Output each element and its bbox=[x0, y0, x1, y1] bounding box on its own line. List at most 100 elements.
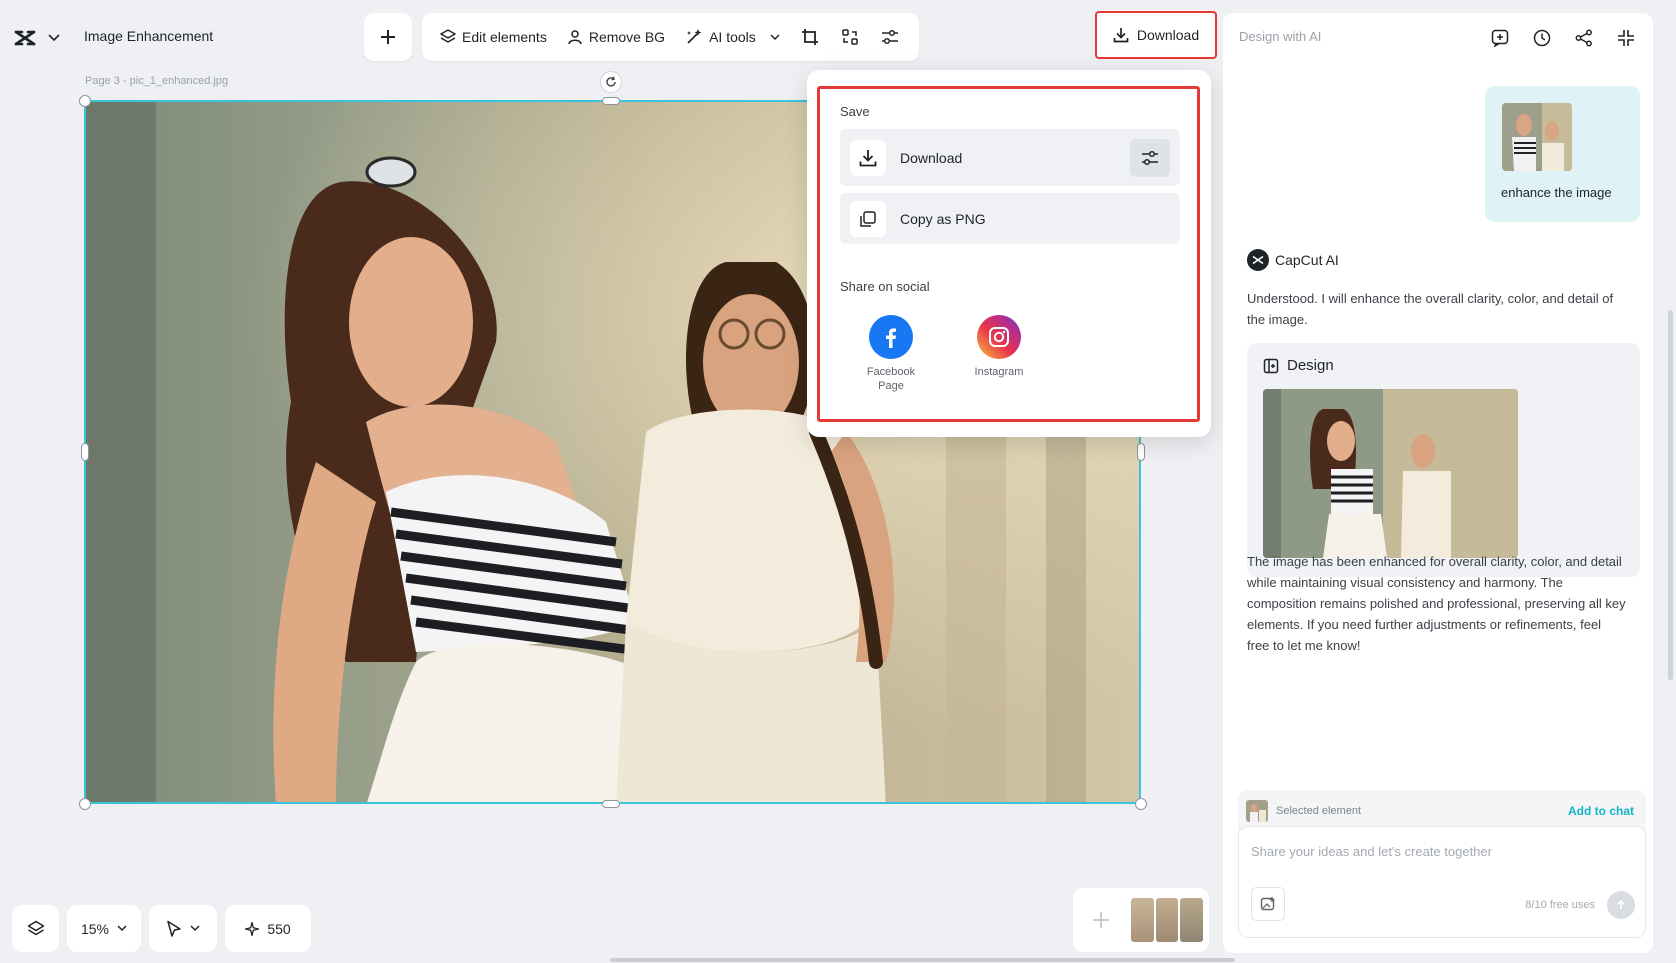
selected-element-thumb bbox=[1246, 800, 1268, 822]
crop-icon bbox=[801, 28, 819, 46]
chat-input-placeholder[interactable]: Share your ideas and let's create togeth… bbox=[1251, 844, 1492, 859]
new-chat-icon[interactable] bbox=[1489, 27, 1511, 49]
panel-title: Design with AI bbox=[1239, 29, 1322, 44]
download-button[interactable]: Download bbox=[1095, 11, 1217, 59]
design-card-label: Design bbox=[1287, 357, 1334, 374]
add-image-icon bbox=[1260, 896, 1276, 912]
copy-png-label: Copy as PNG bbox=[900, 210, 986, 227]
chat-input-box[interactable]: Share your ideas and let's create togeth… bbox=[1238, 826, 1646, 938]
download-label: Download bbox=[1136, 27, 1200, 43]
zoom-level: 15% bbox=[80, 920, 110, 937]
design-result-card[interactable]: Design bbox=[1247, 343, 1640, 577]
download-menu-highlight: Save Download Copy as PNG Share on socia… bbox=[817, 86, 1200, 422]
credits-badge[interactable]: 550 bbox=[225, 905, 311, 952]
magic-wand-icon bbox=[685, 28, 703, 46]
person-icon bbox=[567, 29, 583, 45]
download-settings-button[interactable] bbox=[1130, 139, 1170, 177]
rotate-icon bbox=[605, 76, 617, 88]
remove-bg-button[interactable]: Remove BG bbox=[559, 19, 673, 55]
user-message: enhance the image bbox=[1485, 86, 1640, 222]
page-navigator bbox=[1073, 888, 1209, 952]
chat-composer: Selected element Add to chat Share your … bbox=[1238, 790, 1646, 938]
flip-icon bbox=[841, 28, 859, 46]
download-icon bbox=[1113, 27, 1129, 43]
resize-handle-left[interactable] bbox=[81, 443, 89, 461]
resize-handle-right[interactable] bbox=[1137, 443, 1145, 461]
ai-intro-text: Understood. I will enhance the overall c… bbox=[1247, 291, 1614, 327]
capcut-logo-icon bbox=[14, 29, 36, 47]
collapse-icon[interactable] bbox=[1615, 27, 1637, 49]
rotate-handle[interactable] bbox=[600, 71, 622, 93]
design-card-title: Design bbox=[1263, 357, 1334, 374]
resize-handle-bottom-right[interactable] bbox=[1135, 798, 1147, 810]
instagram-icon bbox=[977, 315, 1021, 359]
add-page-button[interactable] bbox=[1083, 898, 1119, 942]
sparkle-icon bbox=[245, 921, 260, 936]
flip-button[interactable] bbox=[832, 19, 868, 55]
instagram-share[interactable]: Instagram bbox=[954, 315, 1044, 379]
instagram-label: Instagram bbox=[974, 366, 1024, 378]
attach-image-button[interactable] bbox=[1251, 887, 1285, 921]
ai-tools-label: AI tools bbox=[709, 29, 756, 45]
history-icon[interactable] bbox=[1531, 27, 1553, 49]
cursor-icon bbox=[166, 920, 182, 938]
page-thumbnail[interactable] bbox=[1180, 898, 1204, 942]
page-label: Page 3 - pic_1_enhanced.jpg bbox=[85, 75, 229, 87]
selected-element-label: Selected element bbox=[1276, 805, 1361, 817]
user-attached-image[interactable] bbox=[1502, 103, 1572, 171]
download-option[interactable]: Download bbox=[840, 129, 1180, 186]
chevron-down-icon bbox=[190, 925, 200, 932]
page-thumbnails[interactable] bbox=[1131, 898, 1204, 942]
download-menu: Save Download Copy as PNG Share on socia… bbox=[807, 70, 1211, 437]
remove-bg-label: Remove BG bbox=[588, 29, 666, 45]
layers-icon bbox=[27, 920, 45, 938]
resize-handle-top-left[interactable] bbox=[79, 95, 91, 107]
resize-handle-bottom-left[interactable] bbox=[79, 798, 91, 810]
adjust-button[interactable] bbox=[872, 19, 908, 55]
credits-count: 550 bbox=[267, 920, 291, 937]
user-message-text: enhance the image bbox=[1501, 185, 1612, 200]
chevron-down-icon bbox=[48, 34, 60, 42]
page-thumbnail[interactable] bbox=[1155, 898, 1179, 942]
chevron-down-icon bbox=[770, 33, 780, 41]
chevron-down-icon bbox=[117, 925, 127, 932]
ai-assistant-name: CapCut AI bbox=[1247, 249, 1339, 271]
design-result-image[interactable] bbox=[1263, 389, 1518, 558]
download-icon bbox=[850, 139, 886, 176]
sliders-icon bbox=[881, 29, 899, 45]
copy-icon bbox=[850, 200, 886, 237]
panel-actions bbox=[1489, 27, 1637, 49]
copy-png-option[interactable]: Copy as PNG bbox=[840, 193, 1180, 244]
edit-elements-button[interactable]: Edit elements bbox=[432, 19, 555, 55]
save-section-title: Save bbox=[840, 104, 870, 119]
canvas-horizontal-scrollbar[interactable] bbox=[610, 958, 1235, 962]
add-button[interactable] bbox=[364, 13, 412, 61]
zoom-control[interactable]: 15% bbox=[67, 905, 141, 952]
app-menu[interactable] bbox=[14, 24, 60, 52]
facebook-page-share[interactable]: Facebook Page bbox=[846, 315, 936, 393]
pointer-tool[interactable] bbox=[149, 905, 217, 952]
toolbar: Edit elements Remove BG AI tools bbox=[422, 13, 919, 61]
panel-scrollbar[interactable] bbox=[1668, 310, 1673, 680]
send-button[interactable] bbox=[1607, 891, 1635, 919]
share-nodes-icon[interactable] bbox=[1573, 27, 1595, 49]
crop-button[interactable] bbox=[792, 19, 828, 55]
layers-button[interactable] bbox=[12, 905, 59, 952]
capcut-ai-icon bbox=[1247, 249, 1269, 271]
edit-elements-label: Edit elements bbox=[462, 29, 547, 45]
facebook-icon bbox=[869, 315, 913, 359]
facebook-label: Facebook Page bbox=[866, 366, 916, 392]
download-option-label: Download bbox=[900, 149, 963, 166]
share-section-title: Share on social bbox=[840, 279, 930, 294]
design-with-ai-panel: Design with AI enhance the image CapCut … bbox=[1223, 13, 1653, 953]
resize-handle-top[interactable] bbox=[602, 97, 620, 105]
arrow-up-icon bbox=[1615, 899, 1627, 911]
ai-tools-button[interactable]: AI tools bbox=[677, 19, 788, 55]
ai-result-text: The image has been enhanced for overall … bbox=[1247, 554, 1626, 653]
layers-icon bbox=[440, 29, 456, 45]
document-title[interactable]: Image Enhancement bbox=[84, 28, 213, 44]
sliders-icon bbox=[1141, 150, 1159, 166]
add-to-chat-link[interactable]: Add to chat bbox=[1568, 804, 1634, 818]
resize-handle-bottom[interactable] bbox=[602, 800, 620, 808]
page-thumbnail[interactable] bbox=[1131, 898, 1154, 942]
